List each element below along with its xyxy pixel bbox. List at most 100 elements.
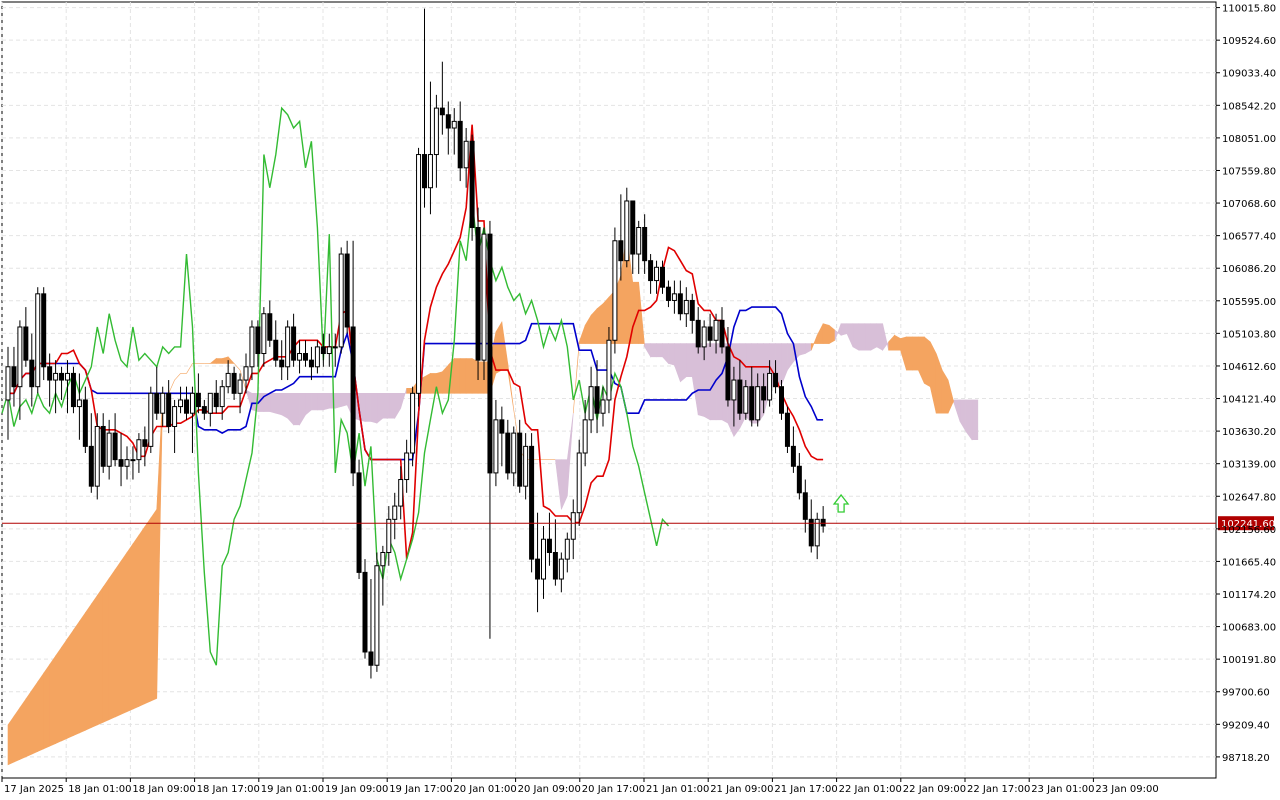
x-tick-label: 18 Jan 01:00 [68, 784, 131, 795]
candle-body-bull [189, 392, 195, 414]
kumo-segment-bull [596, 303, 604, 344]
y-tick-label: 99209.40 [1222, 720, 1270, 731]
kumo-segment-bear [340, 393, 348, 407]
candle-body-bull [392, 505, 398, 520]
candle [70, 366, 76, 414]
candle-body-bear [11, 366, 17, 388]
candle-body-bear [195, 392, 201, 408]
candle-body-bull [130, 459, 136, 462]
candle-body-bull [404, 452, 410, 481]
candle-body-bear [70, 372, 76, 408]
candle [481, 227, 487, 381]
candle-body-bear [719, 319, 725, 348]
candle-body-bull [35, 293, 41, 388]
y-tick-label: 103139.00 [1222, 460, 1276, 471]
candle-body-bull [94, 425, 100, 487]
candle-body-bear [100, 425, 106, 467]
candle-body-bull [416, 154, 422, 394]
candle-body-bull [558, 558, 564, 580]
candle-body-bear [487, 233, 493, 474]
candle [416, 147, 422, 407]
y-tick-label: 105103.80 [1222, 329, 1276, 340]
candle-body-bear [184, 399, 189, 414]
x-tick-label: 19 Jan 09:00 [325, 784, 388, 795]
candle-body-bull [124, 459, 130, 467]
kumo-segment-bear [370, 393, 378, 424]
y-tick-label: 103630.20 [1222, 427, 1276, 438]
candle-body-bear [166, 392, 172, 427]
kumo-segment-bear [852, 323, 860, 351]
y-tick-label: 107068.60 [1222, 199, 1276, 210]
candle [148, 386, 154, 454]
kumo-segment-bull [19, 698, 27, 760]
kumo-segment-bull [13, 706, 21, 763]
candle-body-bull [285, 326, 291, 368]
candle [612, 227, 618, 354]
candle-body-bull [433, 107, 439, 156]
kumo-segment-bear [685, 343, 693, 378]
candle-body-bear [725, 346, 731, 401]
candle-body-bull [683, 299, 689, 315]
candle-body-bull [654, 266, 660, 282]
candle-body-bull [160, 392, 166, 414]
candle-body-bull [338, 253, 344, 348]
candle-body-bear [231, 372, 237, 394]
kumo-segment-bear [715, 343, 723, 421]
kumo-segment-bull [114, 560, 122, 718]
candle-body-bear [350, 326, 356, 474]
x-tick-label: 19 Jan 17:00 [389, 784, 452, 795]
candle-body-bear [41, 293, 47, 368]
candle-body-bear [779, 386, 784, 414]
kumo-segment-bear [840, 323, 848, 336]
candle-body-bull [53, 372, 59, 381]
kumo-segment-bull [102, 577, 110, 723]
candle-body-bear [761, 386, 767, 401]
y-tick-label: 107559.80 [1222, 166, 1276, 177]
candle-body-bull [178, 399, 184, 408]
candle-body-bear [552, 551, 558, 580]
candle-body-bear [439, 107, 445, 116]
x-tick-label: 18 Jan 09:00 [132, 784, 195, 795]
candle-body-bear [618, 240, 624, 262]
kumo-segment-bear [697, 343, 705, 417]
kumo-segment-bull [31, 680, 39, 755]
y-tick-label: 101665.40 [1222, 557, 1276, 568]
kumo-segment-bull [590, 307, 598, 344]
candle-body-bull [136, 439, 142, 461]
y-tick-label: 99700.60 [1222, 688, 1270, 699]
y-tick-label: 100191.80 [1222, 655, 1276, 666]
x-tick-label: 21 Jan 01:00 [646, 784, 709, 795]
kumo-segment-bear [703, 343, 711, 421]
kumo-segment-bull [73, 620, 80, 737]
candle-body-bear [118, 459, 124, 467]
kumo-segment-bull [25, 689, 33, 758]
candle-body-bull [326, 346, 332, 355]
kumo-segment-bull [67, 629, 74, 739]
kumo-segment-bear [858, 323, 866, 351]
kumo-segment-bear [680, 343, 687, 383]
candle-body-bull [731, 379, 737, 401]
candle-body-bull [398, 479, 404, 507]
candle-body-bull [249, 326, 255, 368]
candle-body-bull [463, 140, 469, 169]
y-tick-label: 108051.00 [1222, 134, 1276, 145]
kumo-segment-bull [120, 551, 128, 715]
candle-body-bear [201, 406, 207, 414]
candle-body-bull [314, 346, 320, 368]
candle-body-bull [481, 233, 487, 361]
candle-body-bear [802, 492, 808, 520]
candle-body-bear [356, 472, 362, 573]
y-tick-label: 106086.20 [1222, 264, 1276, 275]
candle-body-bear [648, 260, 654, 282]
candle-body-bull [576, 452, 582, 514]
candle-body-bear [457, 120, 463, 169]
candle-body-bear [154, 392, 160, 414]
x-tick-label: 22 Jan 01:00 [839, 784, 902, 795]
candle-body-bull [451, 120, 457, 129]
kumo-segment-bear [269, 393, 277, 414]
candle-body-bear [660, 266, 665, 288]
candle [469, 134, 475, 241]
candle-body-bear [475, 227, 481, 361]
y-tick-label: 108542.20 [1222, 101, 1276, 112]
candle-body-bull [755, 386, 761, 421]
